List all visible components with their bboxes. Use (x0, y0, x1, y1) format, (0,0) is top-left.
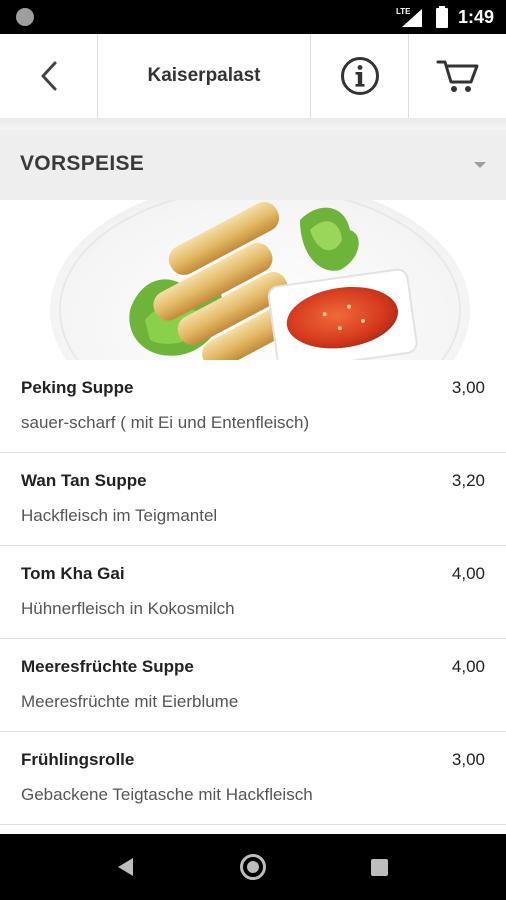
category-image (0, 200, 506, 360)
lte-signal-icon: LTE (396, 7, 422, 27)
item-description: Hackfleisch im Teigmantel (21, 506, 218, 525)
item-price: 3,00 (451, 378, 485, 397)
item-price: 4,00 (451, 564, 485, 583)
battery-icon (435, 6, 448, 28)
item-price: 4,00 (451, 657, 485, 676)
header-title-cell: Kaiserpalast (98, 34, 311, 118)
category-header[interactable]: VORSPEISE (0, 130, 506, 200)
header-shadow (0, 118, 506, 130)
item-name: Meeresfrüchte Suppe (21, 657, 194, 676)
menu-item[interactable]: Peking Suppe 3,00 sauer-scharf ( mit Ei … (0, 360, 506, 453)
network-label: LTE (396, 7, 411, 16)
nav-back-icon[interactable] (118, 858, 133, 876)
item-name: Wan Tan Suppe (21, 471, 147, 490)
nav-recents-icon[interactable] (371, 859, 388, 876)
page-title: Kaiserpalast (147, 65, 261, 86)
menu-item[interactable]: Wan Tan Suppe 3,20 Hackfleisch im Teigma… (0, 453, 506, 546)
nav-home-icon[interactable] (240, 854, 266, 880)
info-button[interactable] (311, 34, 409, 118)
status-right: LTE 1:49 (396, 0, 494, 34)
app-header: Kaiserpalast (0, 34, 506, 119)
spring-rolls-image (50, 200, 470, 360)
category-title: VORSPEISE (20, 152, 145, 175)
item-name: Tom Kha Gai (21, 564, 125, 583)
menu-item[interactable]: Frühlingsrolle 3,00 Gebackene Teigtasche… (0, 732, 506, 825)
item-description: Gebackene Teigtasche mit Hackfleisch (21, 785, 313, 804)
menu-item[interactable]: Tom Kha Gai 4,00 Hühnerfleisch in Kokosm… (0, 546, 506, 639)
cart-button[interactable] (409, 34, 506, 118)
back-arrow-icon (41, 61, 56, 91)
back-button[interactable] (0, 34, 98, 118)
item-name: Peking Suppe (21, 378, 134, 397)
dropdown-arrow-icon (474, 162, 486, 168)
notification-icon (16, 8, 34, 26)
cart-icon (436, 60, 478, 92)
item-description: sauer-scharf ( mit Ei und Entenfleisch) (21, 413, 310, 432)
status-time: 1:49 (457, 6, 494, 27)
info-icon (340, 57, 379, 95)
item-price: 3,20 (451, 471, 485, 490)
menu-list: Peking Suppe 3,00 sauer-scharf ( mit Ei … (0, 360, 506, 825)
status-bar: LTE 1:49 (0, 0, 506, 34)
menu-item[interactable]: Meeresfrüchte Suppe 4,00 Meeresfrüchte m… (0, 639, 506, 732)
item-description: Hühnerfleisch in Kokosmilch (21, 599, 235, 618)
system-nav-bar (0, 834, 506, 900)
item-description: Meeresfrüchte mit Eierblume (21, 692, 239, 711)
item-name: Frühlingsrolle (21, 750, 135, 769)
item-price: 3,00 (451, 750, 485, 769)
